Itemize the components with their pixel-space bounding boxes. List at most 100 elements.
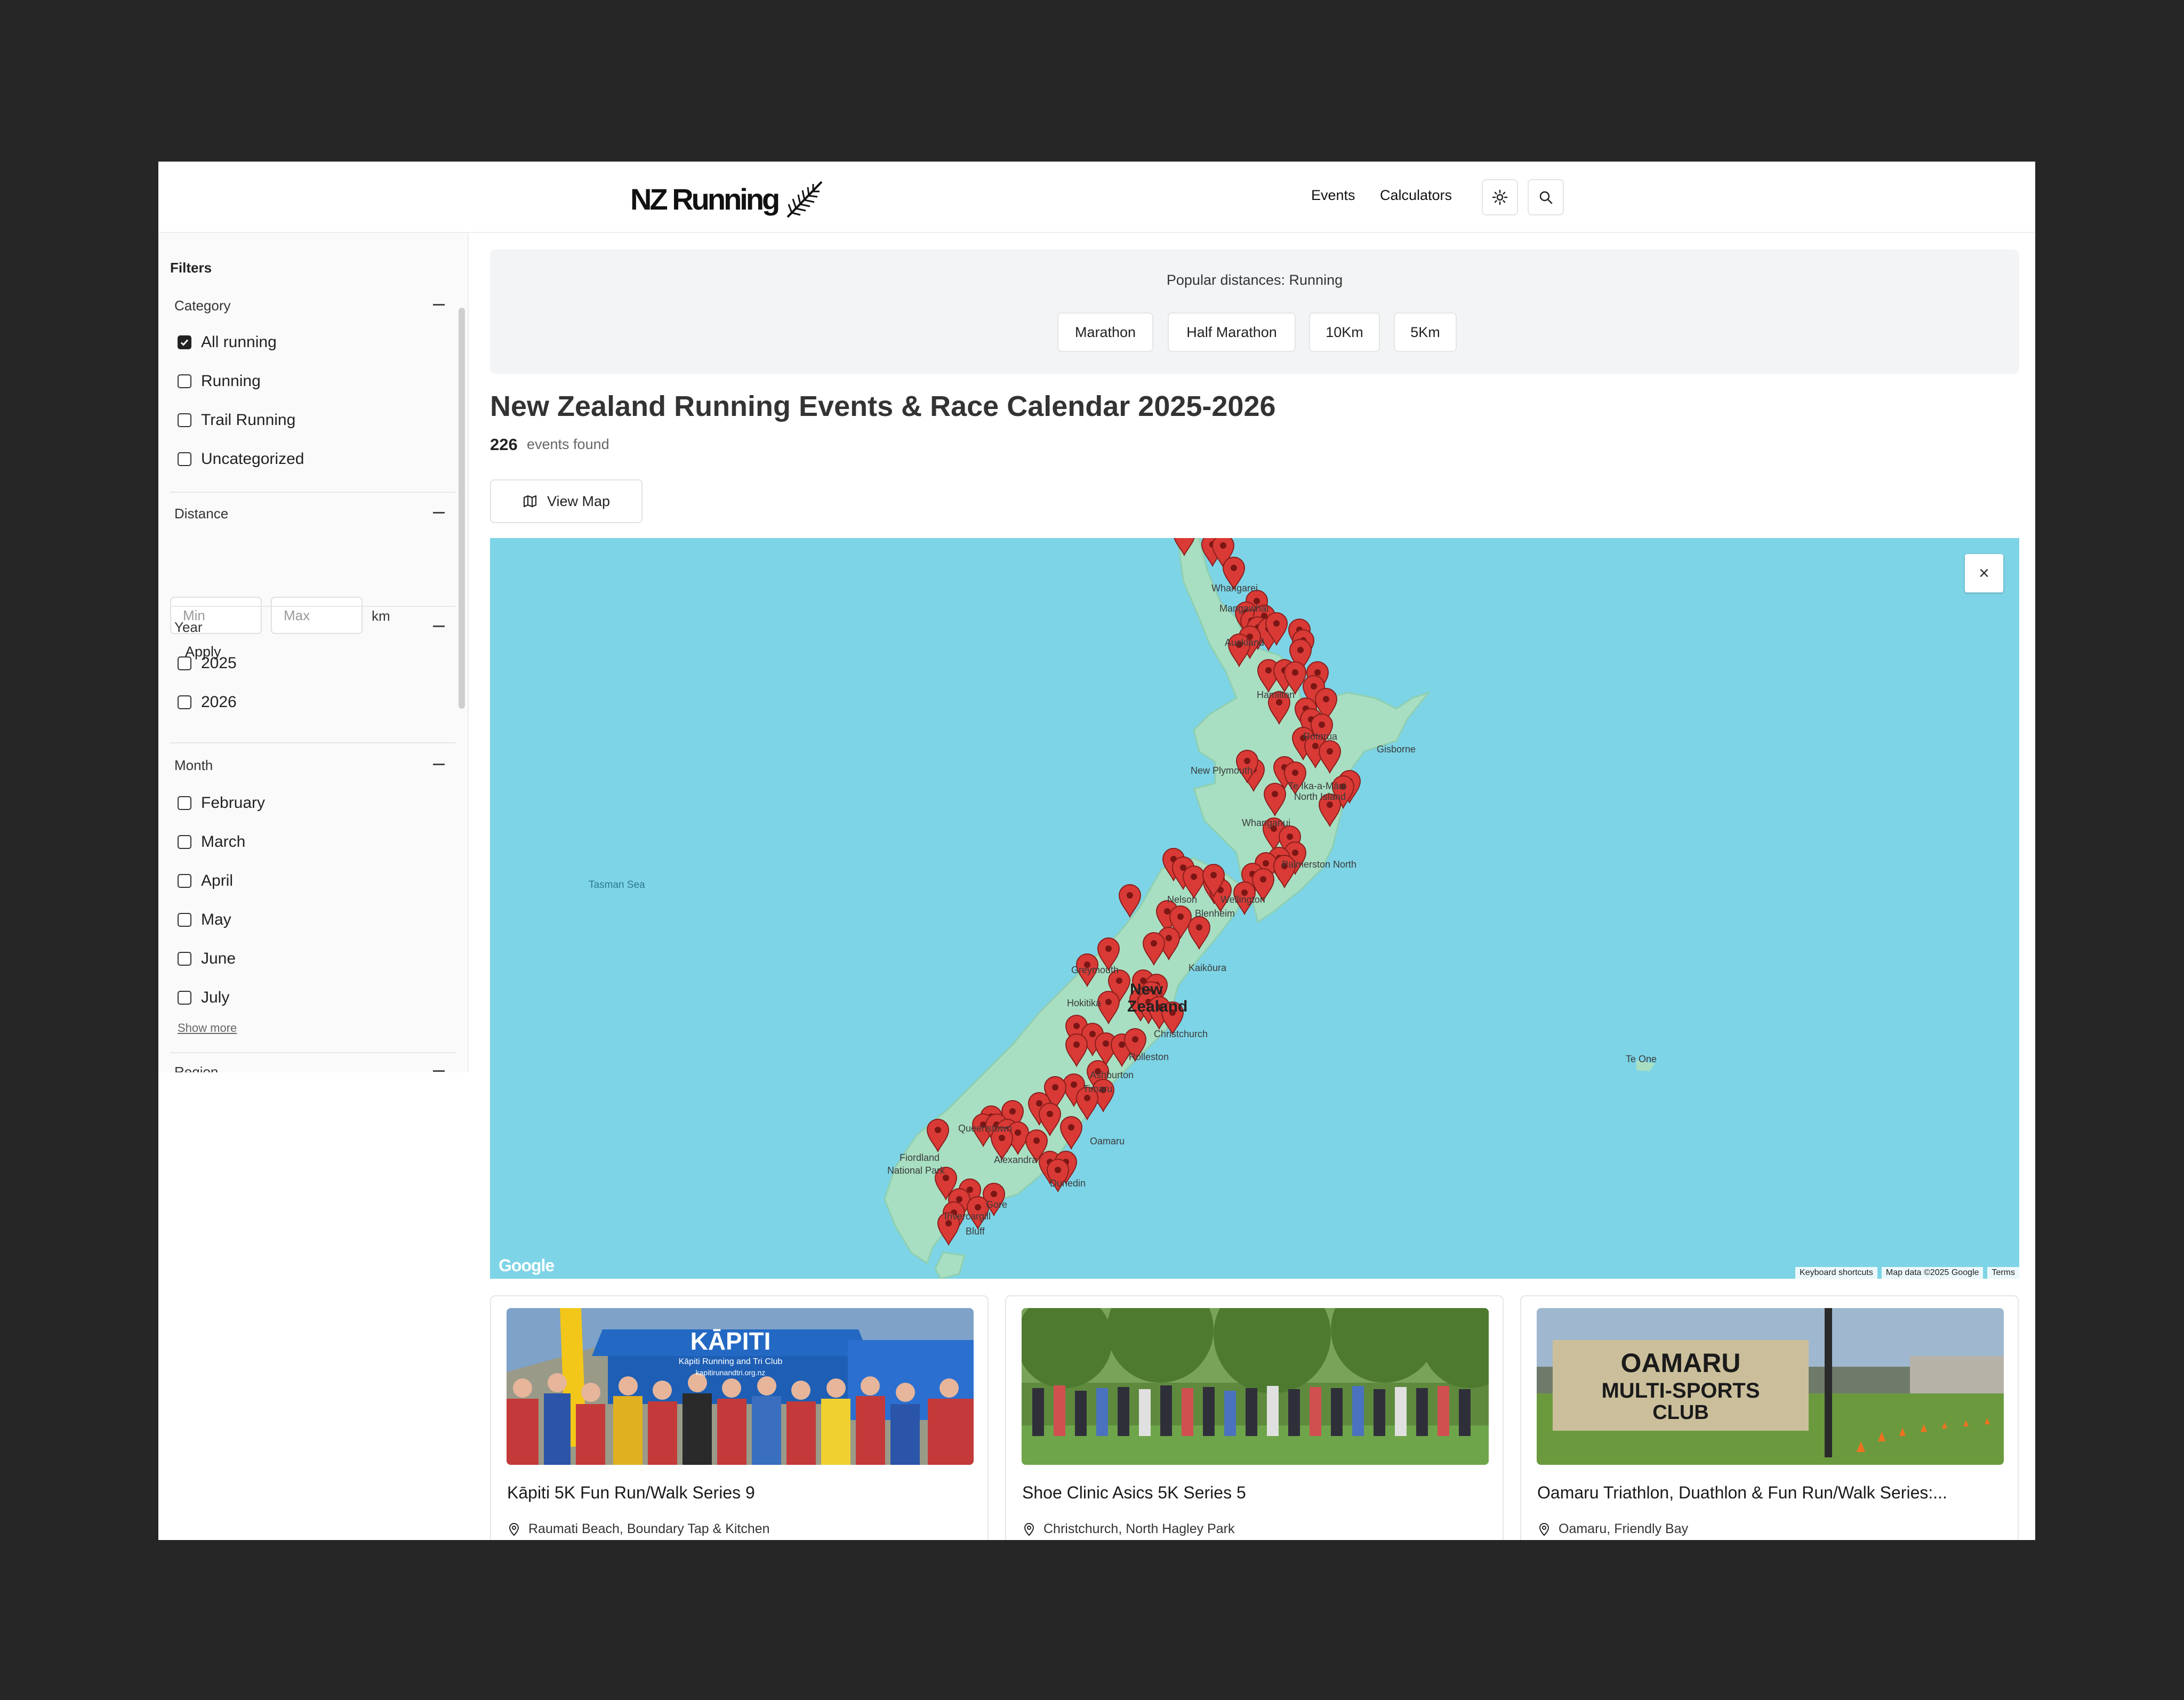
distance-pill-5km[interactable]: 5Km	[1394, 312, 1457, 352]
checkbox-label: 2026	[201, 693, 237, 711]
checkbox[interactable]	[178, 913, 191, 927]
checkbox[interactable]	[178, 374, 191, 388]
checkbox-label: Uncategorized	[201, 450, 304, 468]
nav-events[interactable]: Events	[1311, 187, 1355, 204]
map-label-greymouth: Greymouth	[1071, 965, 1119, 975]
year-2025[interactable]: 2025	[178, 654, 237, 672]
year-2026[interactable]: 2026	[178, 693, 237, 711]
map-label-timaru: Timaru	[1083, 1084, 1113, 1094]
year-section-title[interactable]: Year	[174, 619, 203, 636]
month-march[interactable]: March	[178, 833, 245, 851]
collapse-month-icon[interactable]	[433, 764, 445, 765]
checkbox[interactable]	[178, 452, 191, 466]
category-all-running[interactable]: All running	[178, 333, 277, 351]
map-label-queenstown: Queenstown	[958, 1123, 1013, 1134]
checkbox[interactable]	[178, 952, 191, 966]
event-card[interactable]: KĀPITI Kāpiti Running and Tri Club kapit…	[490, 1295, 989, 1540]
sidebar-scrollbar[interactable]	[459, 308, 465, 709]
view-map-label: View Map	[547, 493, 611, 509]
map-data-attribution: Map data ©2025 Google	[1881, 1267, 1984, 1279]
event-title[interactable]: Kāpiti 5K Fun Run/Walk Series 9	[507, 1483, 976, 1503]
checkbox[interactable]	[178, 874, 191, 888]
keyboard-shortcuts-link[interactable]: Keyboard shortcuts	[1795, 1267, 1877, 1279]
map-label-gisborne: Gisborne	[1377, 744, 1416, 755]
collapse-region-icon[interactable]	[433, 1070, 445, 1072]
close-map-button[interactable]: ×	[1965, 554, 2003, 592]
checkbox[interactable]	[178, 835, 191, 849]
filters-sidebar: Filters Category All running Running Tra…	[158, 233, 469, 1072]
collapse-category-icon[interactable]	[433, 304, 445, 306]
events-map[interactable]: Tasman Sea Whangarei Mangawhai Auckland …	[490, 538, 2019, 1279]
category-trail-running[interactable]: Trail Running	[178, 411, 295, 429]
search-button[interactable]	[1528, 179, 1564, 215]
stewart-island-shape	[934, 1252, 966, 1279]
distance-pill-marathon[interactable]: Marathon	[1057, 312, 1153, 352]
checkbox-label: July	[201, 989, 230, 1006]
map-canvas[interactable]	[490, 538, 2019, 1279]
checkbox-checked-icon[interactable]	[178, 335, 191, 349]
checkbox-label: May	[201, 911, 231, 928]
month-may[interactable]: May	[178, 911, 231, 929]
map-label-whanganui: Whanganui	[1242, 817, 1291, 828]
event-card[interactable]: Shoe Clinic Asics 5K Series 5 Christchur…	[1005, 1295, 1504, 1540]
checkbox-label: Running	[201, 372, 261, 390]
map-label-rolleston: Rolleston	[1129, 1052, 1169, 1062]
event-title[interactable]: Shoe Clinic Asics 5K Series 5	[1022, 1483, 1491, 1503]
month-july[interactable]: July	[178, 989, 229, 1007]
map-label-hokitika: Hokitika	[1067, 998, 1102, 1008]
checkbox[interactable]	[178, 656, 191, 670]
distance-pill-half-marathon[interactable]: Half Marathon	[1168, 312, 1296, 352]
show-more-months-link[interactable]: Show more	[178, 1021, 237, 1035]
month-section-title[interactable]: Month	[174, 757, 213, 774]
map-label-kaikoura: Kaikōura	[1189, 963, 1227, 973]
popular-distances-title: Popular distances: Running	[1166, 272, 1343, 288]
checkbox[interactable]	[178, 991, 191, 1005]
event-title[interactable]: Oamaru Triathlon, Duathlon & Fun Run/Wal…	[1537, 1483, 2006, 1503]
category-running[interactable]: Running	[178, 372, 261, 390]
distance-max-input[interactable]: Max	[271, 597, 363, 634]
event-location: Raumati Beach, Boundary Tap & Kitchen	[507, 1521, 770, 1537]
event-card[interactable]: OAMARU MULTI-SPORTS CLUB Oamaru Triathlo…	[1520, 1295, 2019, 1540]
map-label-wellington: Wellington	[1221, 894, 1265, 905]
category-section-title[interactable]: Category	[174, 298, 231, 314]
collapse-year-icon[interactable]	[433, 626, 445, 627]
map-label-fiordland: Fiordland	[900, 1152, 940, 1163]
region-section-title[interactable]: Region	[174, 1064, 218, 1072]
map-label-mangawhai: Mangawhai	[1219, 603, 1269, 614]
checkbox[interactable]	[178, 796, 191, 810]
checkbox[interactable]	[178, 695, 191, 709]
popular-distances-panel: Popular distances: Running Marathon Half…	[490, 250, 2019, 374]
map-label-te-ika-a-maui: Te Ika-a-Māui	[1288, 781, 1347, 791]
map-label-zealand: Zealand	[1127, 998, 1188, 1015]
event-image[interactable]: OAMARU MULTI-SPORTS CLUB	[1537, 1308, 2004, 1465]
map-icon	[523, 495, 537, 508]
distance-section-title[interactable]: Distance	[174, 506, 228, 522]
map-label-alexandra: Alexandra	[994, 1154, 1038, 1165]
card-banner-text: KĀPITI	[690, 1327, 771, 1355]
location-pin-icon	[1539, 1522, 1549, 1536]
terms-link[interactable]: Terms	[1987, 1267, 2019, 1279]
collapse-distance-icon[interactable]	[433, 512, 445, 514]
event-location-text: Raumati Beach, Boundary Tap & Kitchen	[528, 1521, 770, 1536]
map-label-auckland: Auckland	[1225, 637, 1265, 648]
checkbox-label: June	[201, 950, 236, 967]
card-banner-subtext: Kāpiti Running and Tri Club	[679, 1357, 783, 1366]
distance-unit: km	[372, 608, 390, 624]
nav-calculators[interactable]: Calculators	[1380, 187, 1452, 204]
checkbox-label: Trail Running	[201, 411, 296, 429]
view-map-button[interactable]: View Map	[490, 479, 643, 523]
category-uncategorized[interactable]: Uncategorized	[178, 450, 304, 468]
map-label-christchurch: Christchurch	[1154, 1029, 1208, 1039]
theme-toggle-button[interactable]	[1482, 179, 1518, 215]
event-image[interactable]: KĀPITI Kāpiti Running and Tri Club kapit…	[507, 1308, 974, 1465]
event-image[interactable]	[1022, 1308, 1489, 1465]
distance-pill-10km[interactable]: 10Km	[1309, 312, 1380, 352]
month-june[interactable]: June	[178, 950, 236, 968]
map-label-dunedin: Dunedin	[1050, 1178, 1086, 1189]
month-april[interactable]: April	[178, 872, 233, 890]
checkbox-label: March	[201, 833, 246, 851]
site-logo[interactable]: NZ Running	[630, 178, 826, 220]
month-february[interactable]: February	[178, 794, 265, 812]
map-label-blenheim: Blenheim	[1195, 908, 1235, 919]
checkbox[interactable]	[178, 413, 191, 427]
